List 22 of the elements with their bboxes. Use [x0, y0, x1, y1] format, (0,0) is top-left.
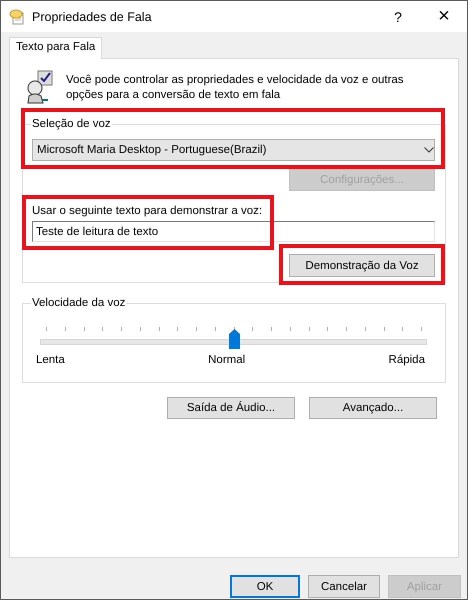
normal-label: Normal — [208, 354, 246, 366]
close-button[interactable]: × — [421, 5, 467, 28]
demo-button[interactable]: Demonstração da Voz — [289, 254, 435, 277]
slider-thumb[interactable] — [228, 329, 240, 349]
description-text: Você pode controlar as propriedades e velocidade da voz e outras opções para a conversão de texto em fala — [66, 73, 405, 103]
advanced-button[interactable]: Avançado... — [309, 397, 437, 419]
cancel-button[interactable]: Cancelar — [308, 575, 380, 598]
demo-text-field[interactable]: Teste de leitura de texto — [32, 221, 435, 242]
audio-output-button[interactable]: Saída de Áudio... — [167, 397, 295, 419]
help-button[interactable]: ? — [375, 8, 421, 24]
voice-dropdown[interactable]: Microsoft Maria Desktop - Portuguese(Brazil) — [32, 139, 435, 161]
speaking-figure-icon — [25, 70, 55, 104]
field-label: Usar o seguinte texto para demonstrar a voz: — [32, 205, 262, 217]
chevron-down-icon — [424, 147, 434, 153]
group-label: Seleção de voz — [31, 118, 112, 130]
speech-bubble-icon — [9, 8, 26, 24]
tab[interactable]: Texto para Fala — [9, 37, 102, 59]
group-label: Velocidade da voz — [31, 297, 126, 309]
ok-button[interactable]: OK — [230, 575, 300, 598]
fast-label: Rápida — [388, 354, 425, 366]
slow-label: Lenta — [36, 354, 65, 366]
window-title: Propriedades de Fala — [32, 10, 153, 24]
